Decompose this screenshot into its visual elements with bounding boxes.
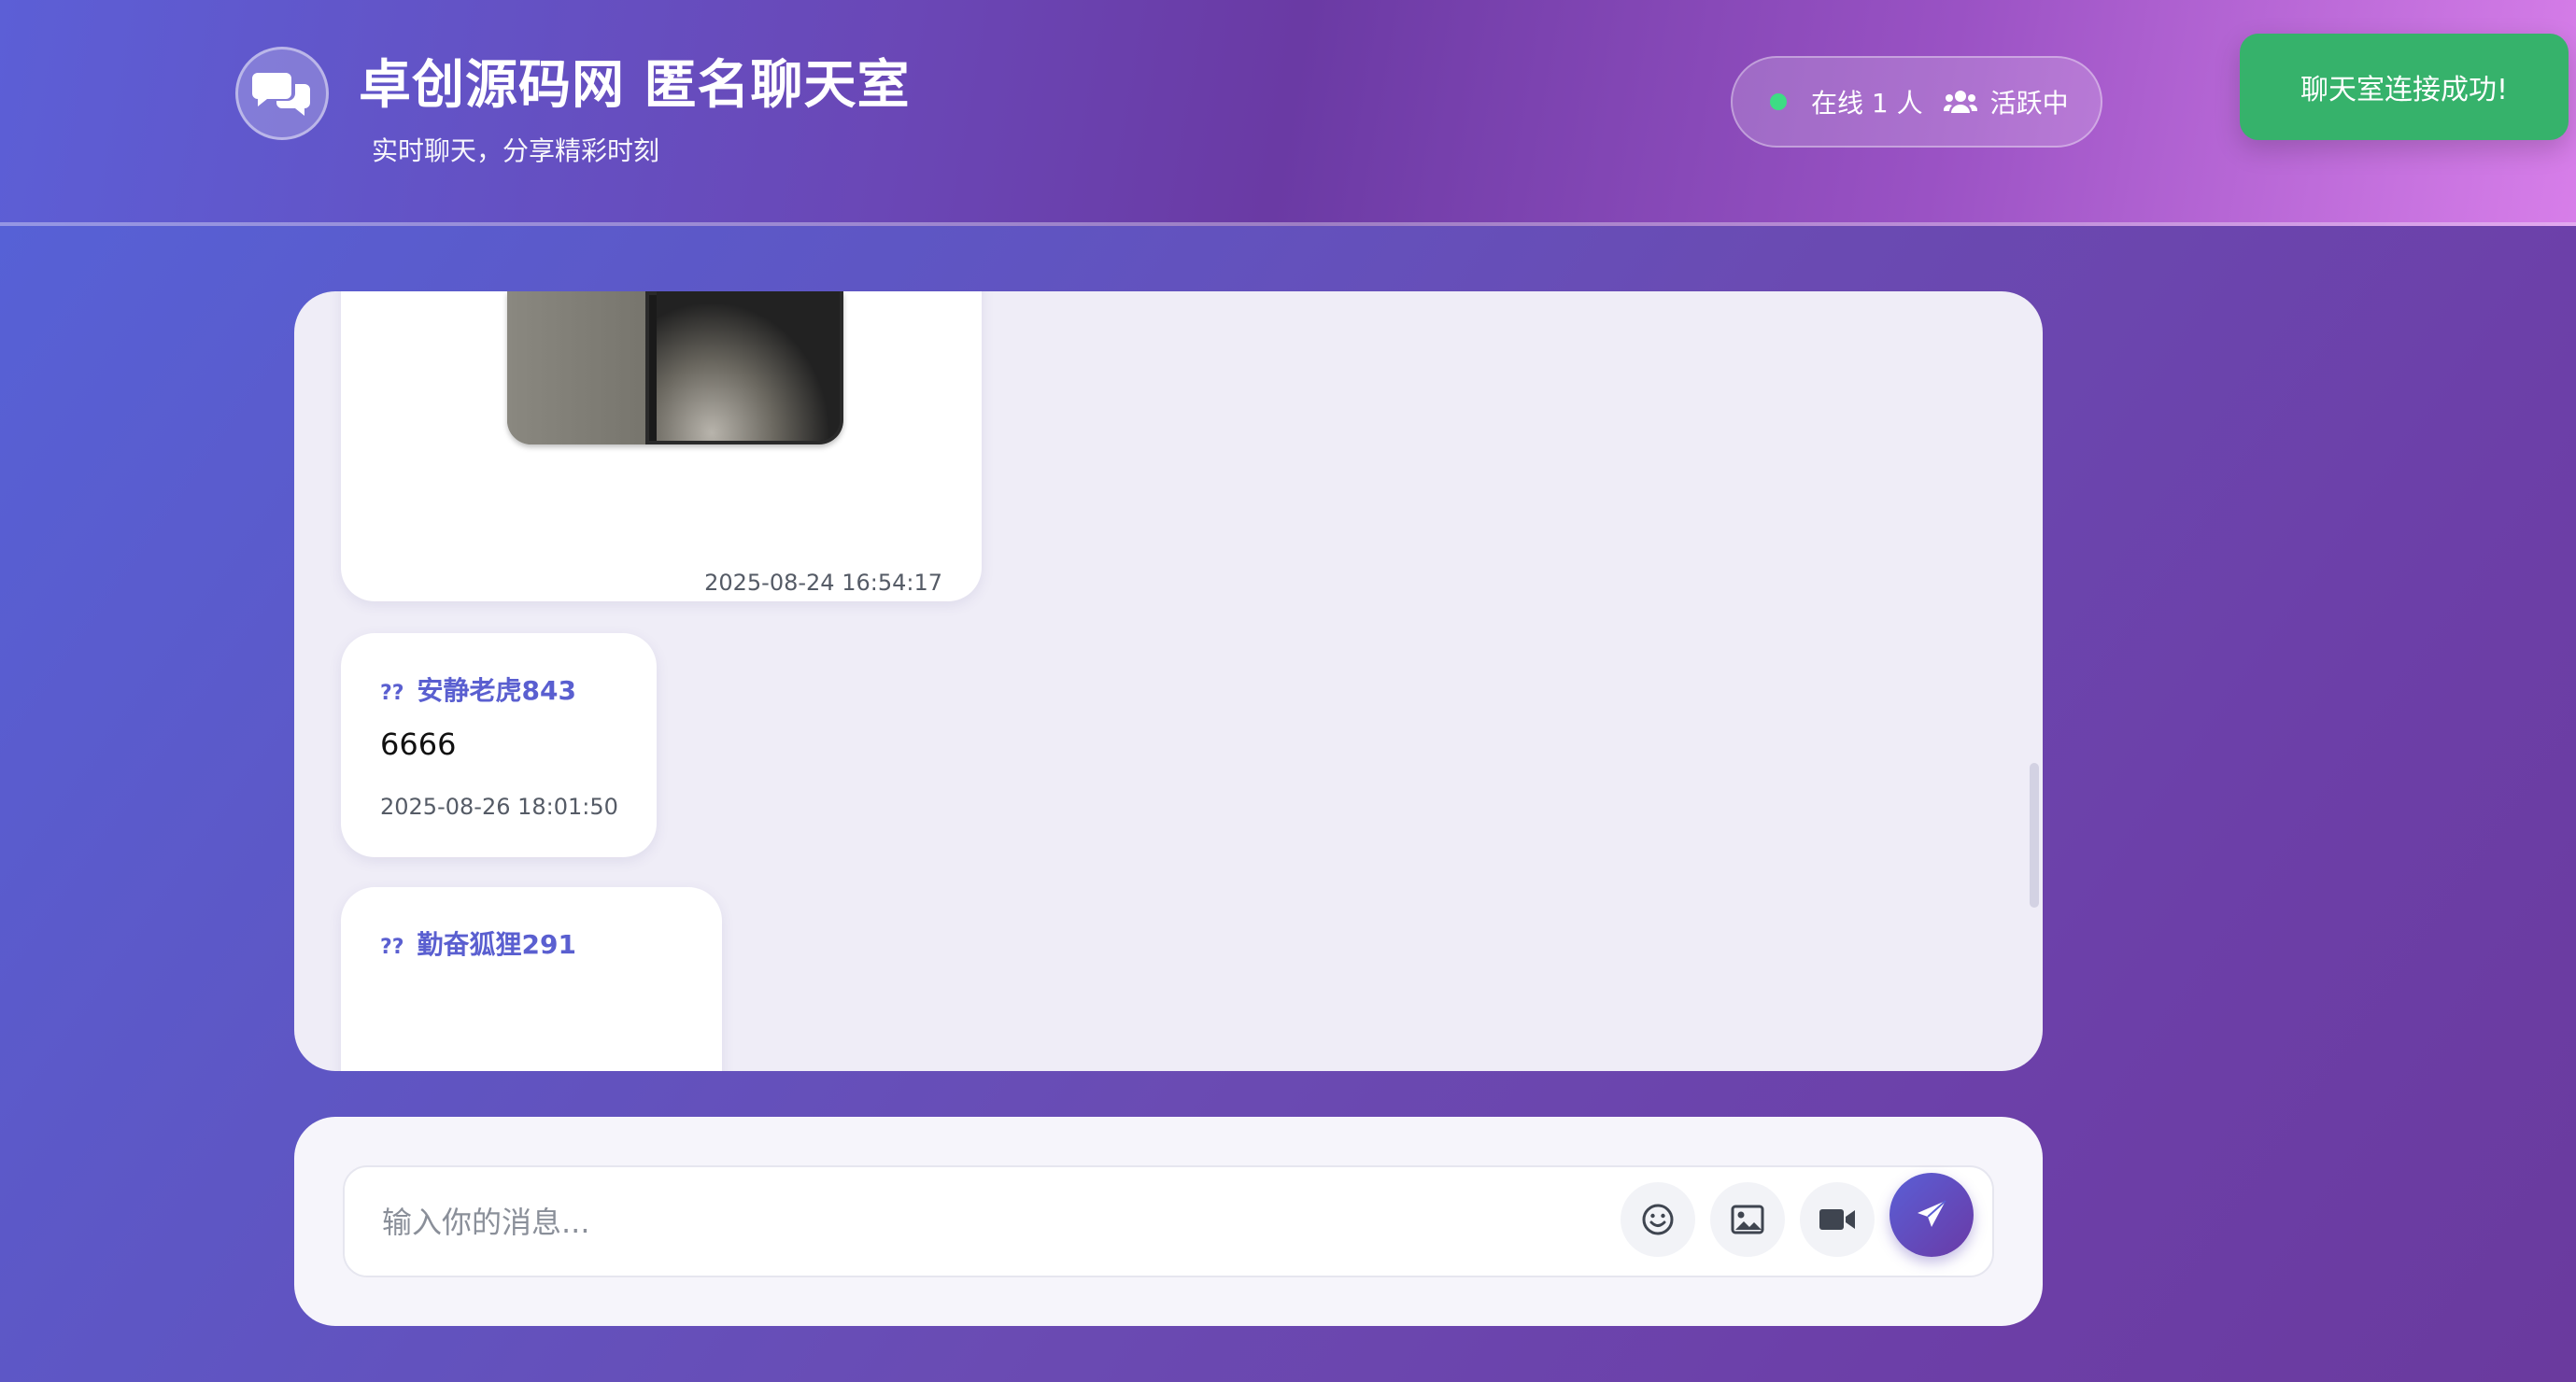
message-bubble: ?? 勤奋狐狸291 xyxy=(341,887,722,1071)
online-dot-icon xyxy=(1770,93,1787,110)
message-sender: ?? 勤奋狐狸291 xyxy=(380,924,576,962)
emoji-button[interactable] xyxy=(1621,1182,1695,1257)
connection-toast: 聊天室连接成功! xyxy=(2240,34,2569,140)
sender-prefix: ?? xyxy=(380,682,404,705)
online-status-badge: 在线 1 人 活跃中 xyxy=(1731,56,2102,148)
sender-prefix: ?? xyxy=(380,936,404,959)
chat-bubbles-icon xyxy=(235,47,329,140)
composer-box xyxy=(343,1165,1994,1277)
video-upload-button[interactable] xyxy=(1800,1182,1875,1257)
paper-plane-icon xyxy=(1918,1200,1946,1227)
message-input[interactable] xyxy=(382,1190,1568,1255)
send-button[interactable] xyxy=(1890,1173,1974,1257)
composer-panel xyxy=(294,1117,2043,1326)
sender-name: 安静老虎843 xyxy=(417,675,576,706)
page-title: 卓创源码网 匿名聊天室 xyxy=(359,55,911,116)
message-text: 6666 xyxy=(380,726,457,762)
online-count: 在线 1 人 xyxy=(1811,88,1923,119)
sender-name: 勤奋狐狸291 xyxy=(417,929,576,960)
image-icon xyxy=(1731,1205,1764,1234)
video-camera-icon xyxy=(1819,1209,1855,1230)
message-bubble: ?? 安静老虎843 6666 2025-08-26 18:01:50 xyxy=(341,633,657,857)
page-subtitle: 实时聊天，分享精彩时刻 xyxy=(372,135,660,166)
smile-icon xyxy=(1642,1204,1674,1235)
image-upload-button[interactable] xyxy=(1710,1182,1785,1257)
message-timestamp: 2025-08-24 16:54:17 xyxy=(704,570,942,596)
message-timestamp: 2025-08-26 18:01:50 xyxy=(380,794,618,820)
message-list-scrollbar[interactable] xyxy=(2030,763,2039,908)
message-sender: ?? 安静老虎843 xyxy=(380,670,576,708)
active-status: 活跃中 xyxy=(1989,88,2069,119)
users-icon xyxy=(1943,89,1977,115)
chat-header: 卓创源码网 匿名聊天室 实时聊天，分享精彩时刻 在线 1 人 活跃中 xyxy=(0,0,2576,226)
message-list[interactable]: 2025-08-24 16:54:17 ?? 安静老虎843 6666 2025-… xyxy=(294,291,2043,1071)
message-image[interactable] xyxy=(507,291,843,444)
message-bubble-image: 2025-08-24 16:54:17 xyxy=(341,291,982,601)
